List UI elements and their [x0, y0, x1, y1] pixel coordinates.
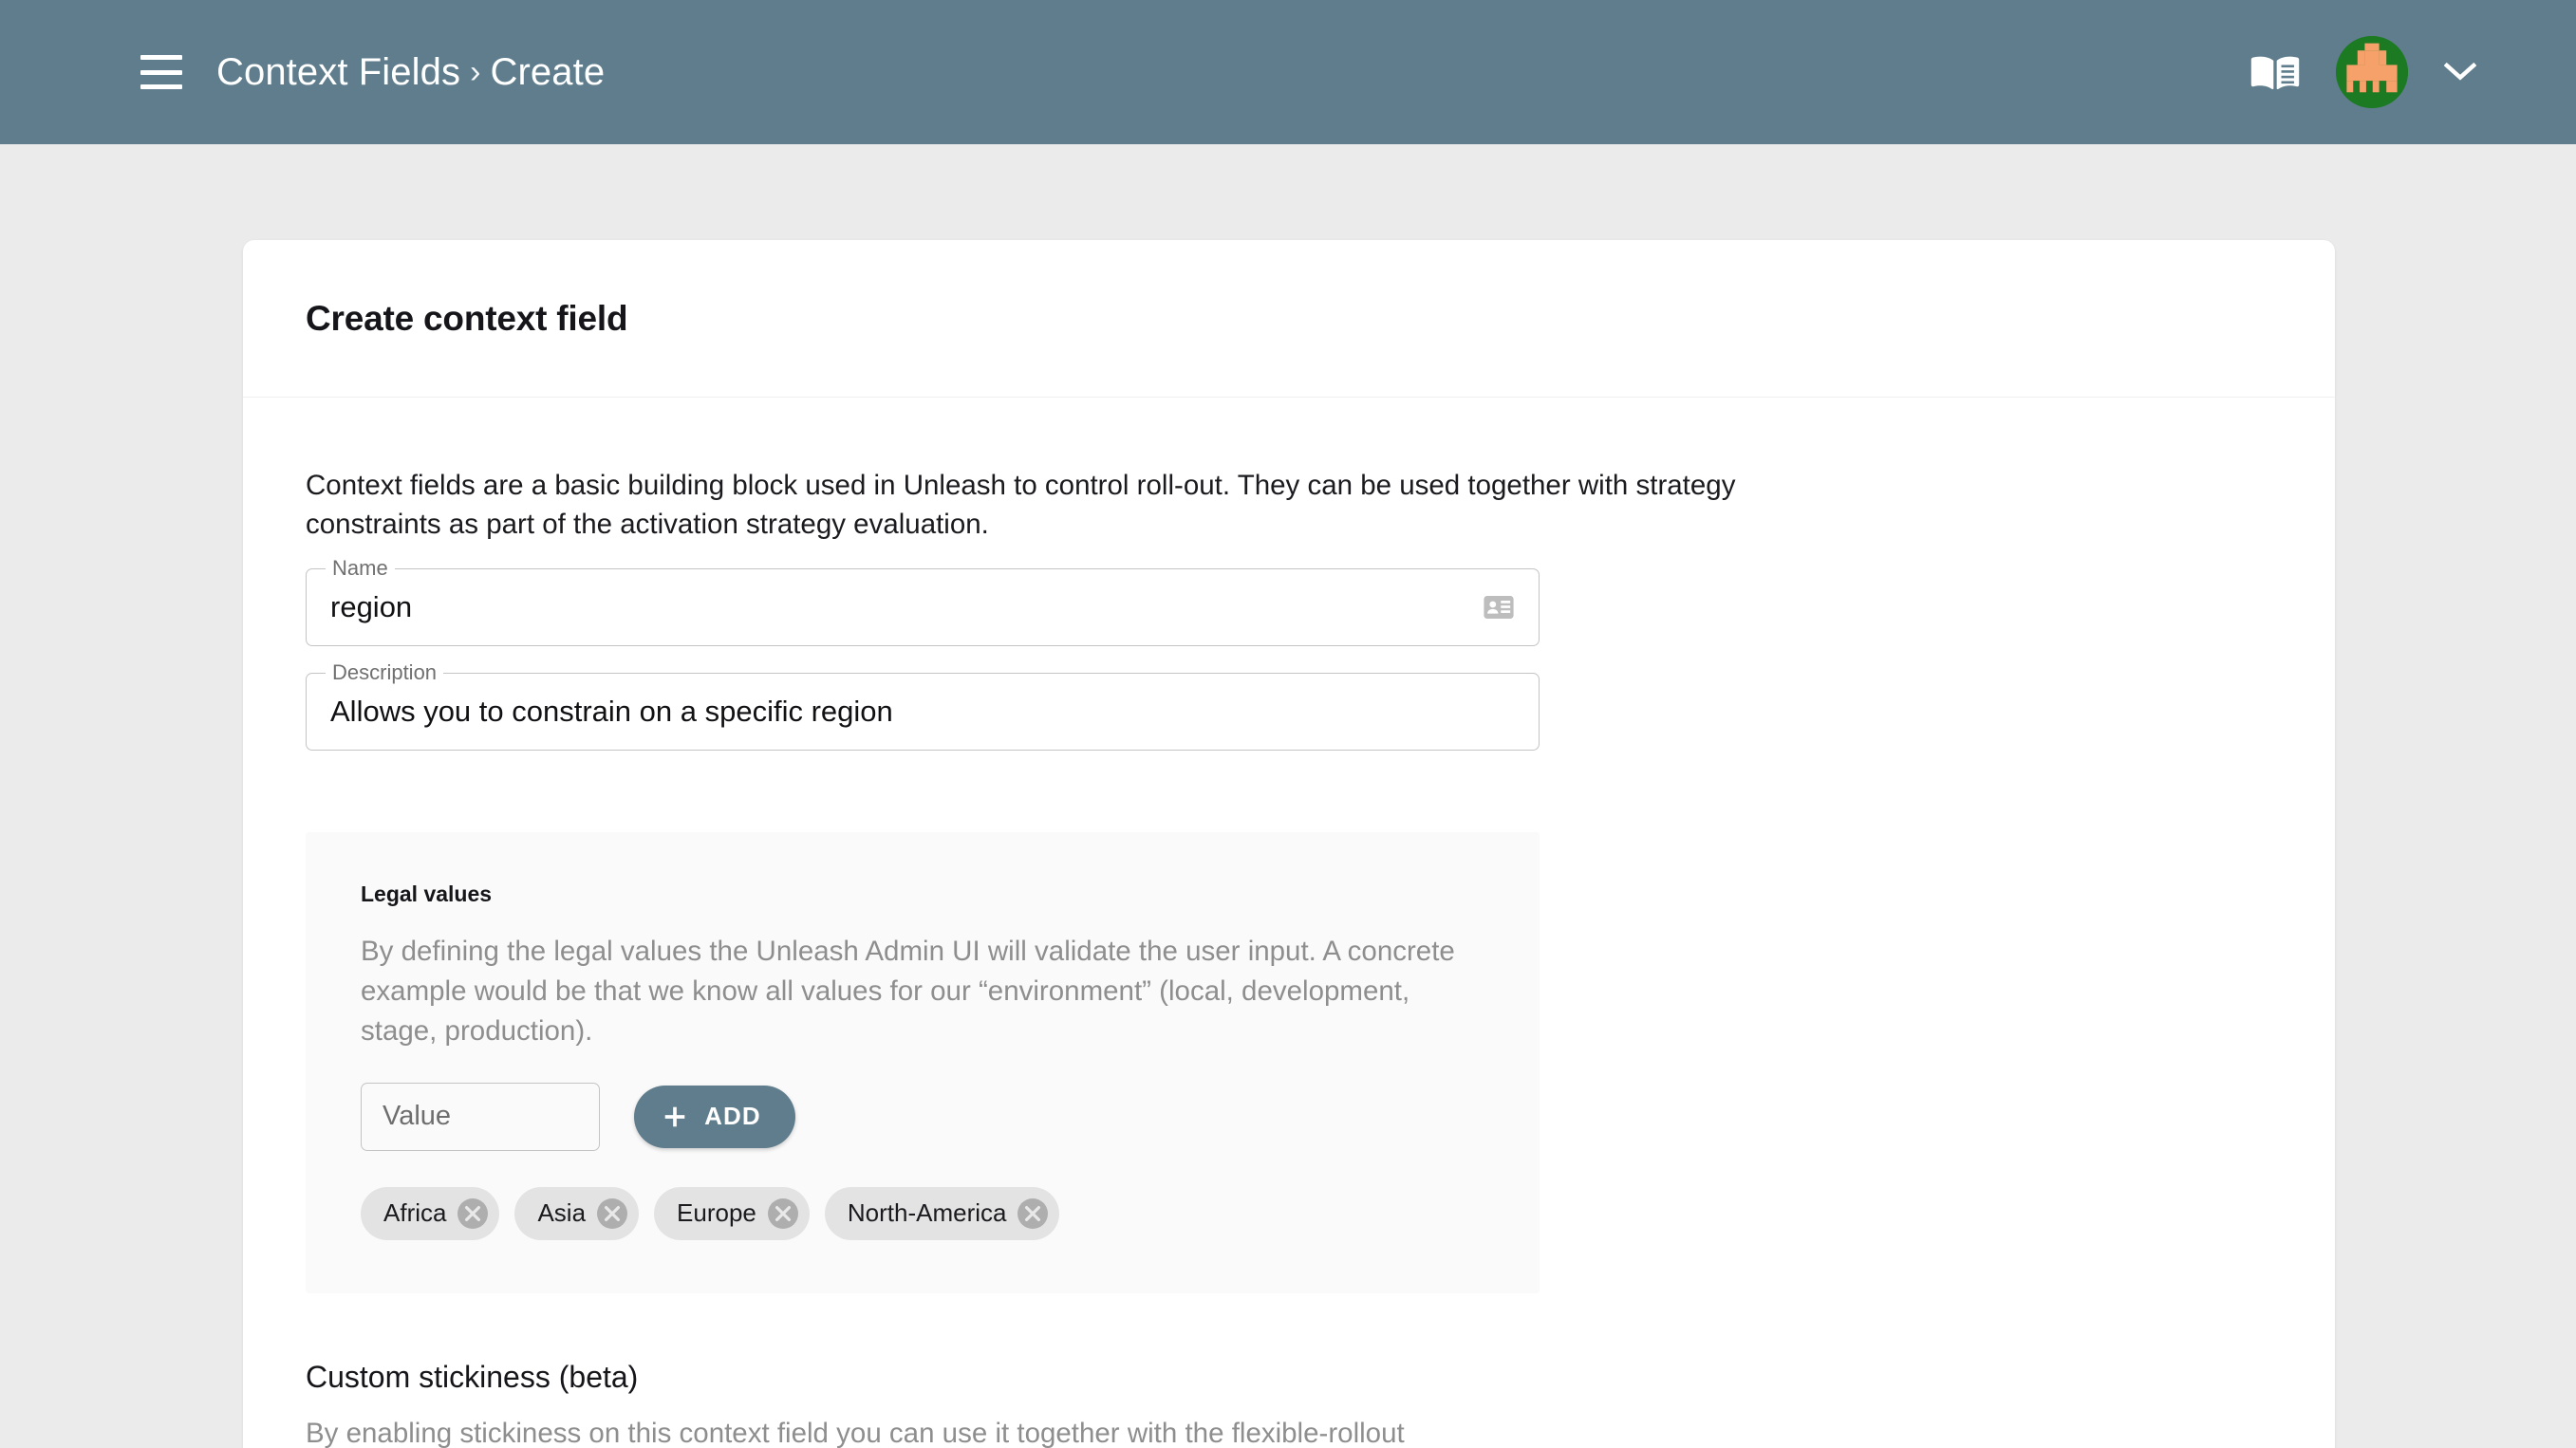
custom-stickiness-description: By enabling stickiness on this context f…: [306, 1417, 1405, 1448]
legal-value-entry-row: ADD: [361, 1082, 1484, 1151]
legal-values-description: By defining the legal values the Unleash…: [361, 936, 1455, 1048]
legal-value-input[interactable]: [361, 1082, 600, 1151]
chevron-down-icon[interactable]: [2444, 62, 2476, 83]
create-context-field-card: Create context field Context fields are …: [243, 240, 2335, 1448]
page-title: Create context field: [306, 299, 628, 338]
name-field[interactable]: Name: [306, 556, 1540, 646]
header-right-group: [2250, 36, 2476, 108]
book-icon[interactable]: [2250, 52, 2300, 92]
legal-value-chip: Europe: [654, 1186, 810, 1240]
breadcrumb: Context Fields › Create: [216, 51, 605, 94]
add-legal-value-button[interactable]: ADD: [634, 1085, 795, 1148]
header-left-group: Context Fields › Create: [140, 51, 605, 94]
legal-values-title: Legal values: [361, 882, 493, 906]
chip-delete-icon[interactable]: [457, 1197, 489, 1229]
custom-stickiness-section: Custom stickiness (beta) By enabling sti…: [243, 1360, 2335, 1448]
custom-stickiness-title: Custom stickiness (beta): [306, 1359, 639, 1394]
description-field[interactable]: Description: [306, 660, 1540, 751]
legal-value-chip: North-America: [824, 1186, 1060, 1240]
card-header: Create context field: [243, 240, 2335, 398]
legal-value-chip-label: North-America: [847, 1198, 1007, 1228]
chip-delete-icon[interactable]: [1017, 1197, 1049, 1229]
legal-values-chip-list: Africa Asia Europe North-America: [361, 1186, 1484, 1240]
hamburger-bar: [140, 84, 182, 89]
plus-icon: [664, 1106, 685, 1126]
breadcrumb-current: Create: [490, 50, 606, 93]
name-input[interactable]: [330, 568, 1454, 646]
legal-value-chip-label: Europe: [677, 1198, 756, 1228]
card-body: Context fields are a basic building bloc…: [243, 398, 2335, 1293]
legal-value-chip: Africa: [361, 1186, 500, 1240]
breadcrumb-parent-link[interactable]: Context Fields: [216, 51, 460, 94]
legal-values-panel: Legal values By defining the legal value…: [306, 832, 1540, 1293]
description-input[interactable]: [330, 673, 1454, 751]
legal-value-chip: Asia: [514, 1186, 640, 1240]
legal-value-chip-label: Africa: [383, 1198, 447, 1228]
contact-card-icon[interactable]: [1483, 593, 1515, 622]
legal-value-chip-label: Asia: [537, 1198, 587, 1228]
intro-text: Context fields are a basic building bloc…: [306, 470, 1736, 540]
breadcrumb-separator: ›: [470, 53, 481, 90]
hamburger-bar: [140, 69, 182, 75]
add-button-label: ADD: [704, 1102, 761, 1131]
hamburger-menu-icon[interactable]: [140, 55, 182, 89]
app-header: Context Fields › Create: [0, 0, 2576, 144]
page-content: Create context field Context fields are …: [0, 144, 2576, 1448]
chip-delete-icon[interactable]: [767, 1197, 798, 1229]
user-avatar[interactable]: [2336, 36, 2408, 108]
hamburger-bar: [140, 55, 182, 60]
chip-delete-icon[interactable]: [597, 1197, 628, 1229]
